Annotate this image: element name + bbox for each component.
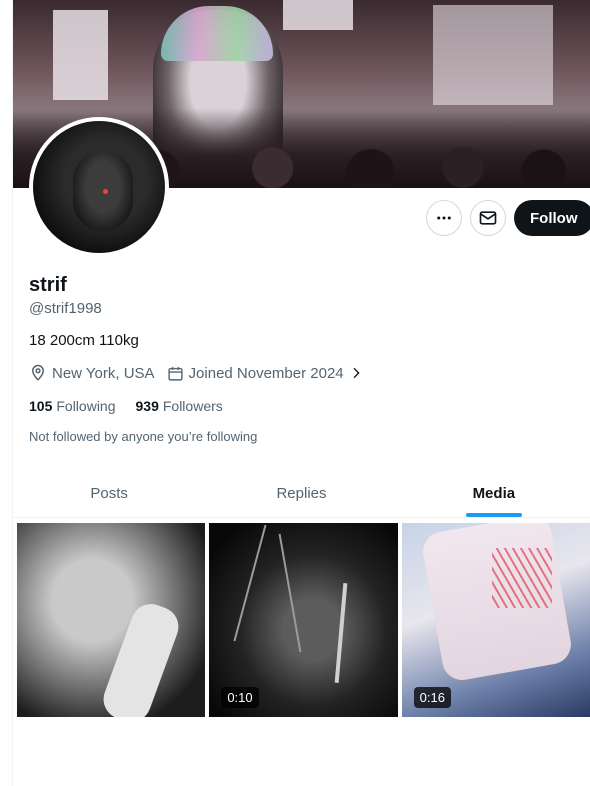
joined-date[interactable]: Joined November 2024 (167, 365, 364, 382)
banner-building (53, 10, 108, 100)
active-tab-indicator (465, 513, 522, 517)
media-thumbnail-shape (233, 524, 267, 642)
message-button[interactable] (470, 200, 506, 236)
more-button[interactable] (426, 200, 462, 236)
tab-media[interactable]: Media (398, 470, 590, 517)
tab-posts-label: Posts (90, 485, 128, 502)
followers-link[interactable]: 939 Followers (136, 398, 223, 414)
video-duration: 0:16 (413, 687, 451, 708)
envelope-icon (479, 211, 497, 225)
tab-replies[interactable]: Replies (205, 470, 397, 517)
media-thumbnail-shape (97, 598, 185, 717)
profile-name: strif (29, 274, 67, 296)
profile-avatar[interactable] (29, 117, 169, 257)
media-item[interactable]: 0:16 (401, 523, 590, 717)
tab-replies-label: Replies (276, 485, 327, 502)
calendar-icon (167, 366, 183, 381)
not-followed-note: Not followed by anyone you’re following (29, 429, 258, 444)
profile-actions: Follow (426, 200, 590, 236)
location-text: New York, USA (52, 364, 155, 382)
media-grid: 0:10 0:16 (17, 523, 590, 717)
following-label: Following (56, 398, 116, 414)
banner-building (433, 5, 553, 105)
media-thumbnail-shape (334, 583, 348, 683)
joined-text: Joined November 2024 (188, 364, 344, 382)
banner-cap (161, 6, 273, 61)
avatar-red-dot (103, 189, 108, 194)
more-horizontal-icon (437, 216, 451, 220)
profile-handle: @strif1998 (29, 300, 102, 317)
media-item[interactable] (17, 523, 206, 717)
profile-bio: 18 200cm 110kg (29, 332, 139, 349)
profile-tabs: Posts Replies Media (13, 470, 590, 518)
media-thumbnail-shape (491, 548, 552, 608)
follow-counts: 105 Following 939 Followers (29, 398, 243, 414)
followers-label: Followers (162, 398, 223, 414)
banner-building (283, 0, 353, 30)
video-duration: 0:10 (221, 687, 259, 708)
followers-count: 939 (135, 398, 159, 414)
chevron-right-icon (353, 367, 360, 379)
media-item[interactable]: 0:10 (209, 523, 398, 717)
following-link[interactable]: 105 Following (29, 398, 116, 414)
follow-button[interactable]: Follow (514, 200, 590, 236)
tab-posts[interactable]: Posts (13, 470, 205, 517)
following-count: 105 (29, 398, 53, 414)
profile-meta: New York, USA Joined November 2024 (29, 364, 376, 382)
location: New York, USA (29, 364, 155, 382)
media-thumbnail-shape (278, 533, 302, 653)
tab-media-label: Media (472, 485, 516, 502)
location-pin-icon (31, 364, 45, 381)
